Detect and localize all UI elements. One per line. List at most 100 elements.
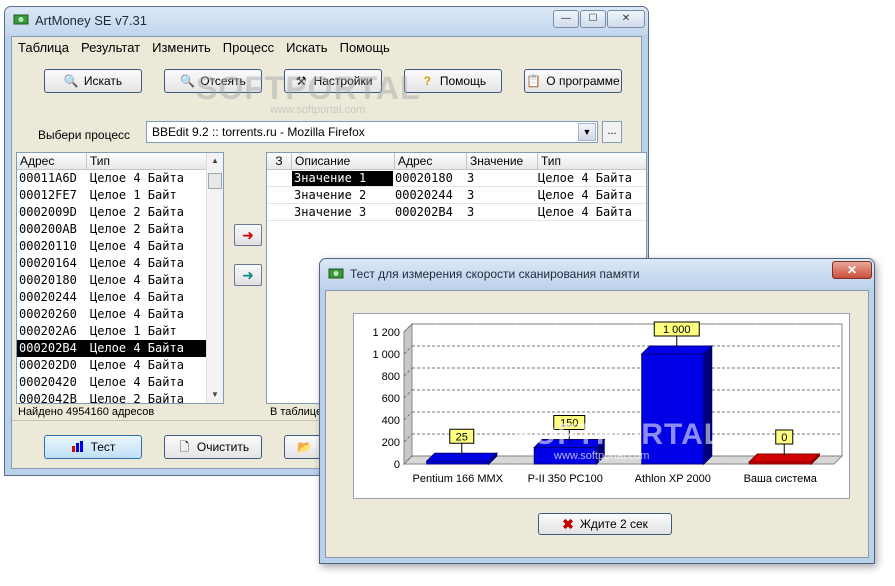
address-cell: 00020110 bbox=[19, 239, 77, 253]
column-header-freeze[interactable]: З bbox=[267, 153, 292, 170]
description-cell[interactable]: Значение 1 bbox=[292, 171, 393, 186]
column-header-type[interactable]: Тип bbox=[87, 153, 208, 170]
process-browse-button[interactable]: ... bbox=[602, 121, 622, 143]
transfer-panel: ➜ ➜ bbox=[226, 152, 266, 404]
address-cell: 000202B4 bbox=[395, 205, 453, 219]
maximize-button[interactable]: ☐ bbox=[580, 10, 606, 28]
table-row[interactable]: 0002009D Целое 2 Байта bbox=[17, 204, 208, 221]
table-row[interactable]: 000202A6 Целое 1 Байт bbox=[17, 323, 208, 340]
close-button[interactable]: ✕ bbox=[607, 10, 645, 28]
address-cell: 000202D0 bbox=[19, 358, 77, 372]
dialog-titlebar[interactable]: Тест для измерения скорости сканирования… bbox=[320, 259, 874, 289]
type-cell: Целое 4 Байта bbox=[90, 256, 184, 270]
table-row[interactable]: Значение 1 00020180 3 Целое 4 Байта bbox=[267, 170, 646, 187]
address-cell: 00020180 bbox=[395, 171, 453, 185]
watermark-brand-dialog: SOFTPORTAL bbox=[512, 418, 724, 451]
table-row[interactable]: 00020244 Целое 4 Байта bbox=[17, 289, 208, 306]
address-cell: 0002042B bbox=[19, 392, 77, 404]
about-icon: 📋 bbox=[526, 73, 542, 88]
test-button[interactable]: Тест bbox=[44, 435, 142, 459]
y-tick-label: 400 bbox=[382, 415, 400, 427]
search-icon: 🔍 bbox=[63, 73, 79, 88]
add-all-arrow-icon[interactable]: ➜ bbox=[234, 264, 262, 286]
type-cell: Целое 2 Байта bbox=[90, 205, 184, 219]
type-cell: Целое 4 Байта bbox=[538, 188, 632, 202]
address-cell: 00020244 bbox=[395, 188, 453, 202]
about-button[interactable]: 📋 О программе bbox=[524, 69, 622, 93]
menu-edit[interactable]: Изменить bbox=[146, 37, 217, 57]
column-header-value[interactable]: Значение bbox=[467, 153, 538, 170]
clear-button[interactable]: 🗋 Очистить bbox=[164, 435, 262, 459]
filter-search-icon: 🔍 bbox=[180, 73, 196, 88]
y-tick-label: 600 bbox=[382, 393, 400, 405]
type-cell: Целое 4 Байта bbox=[90, 239, 184, 253]
watermark-brand: SOFTPORTAL bbox=[196, 70, 421, 106]
dialog-title: Тест для измерения скорости сканирования… bbox=[350, 267, 640, 281]
menu-search[interactable]: Искать bbox=[280, 37, 334, 57]
address-cell: 00020420 bbox=[19, 375, 77, 389]
scroll-thumb[interactable] bbox=[208, 173, 222, 189]
dialog-close-button[interactable]: ✕ bbox=[832, 261, 872, 279]
help-button-label: Помощь bbox=[439, 74, 487, 88]
value-cell[interactable]: 3 bbox=[467, 205, 474, 219]
x-tick-label: Pentium 166 MMX bbox=[413, 473, 504, 485]
minimize-button[interactable]: — bbox=[553, 10, 579, 28]
menu-result[interactable]: Результат bbox=[75, 37, 146, 57]
table-row[interactable]: 00020110 Целое 4 Байта bbox=[17, 238, 208, 255]
type-cell: Целое 4 Байта bbox=[90, 307, 184, 321]
search-button[interactable]: 🔍 Искать bbox=[44, 69, 142, 93]
table-row[interactable]: 00012FE7 Целое 1 Байт bbox=[17, 187, 208, 204]
menu-help[interactable]: Помощь bbox=[334, 37, 396, 57]
table-row[interactable]: 00011A6D Целое 4 Байта bbox=[17, 170, 208, 187]
speed-chart-svg: 0 200 400 600 800 1 000 1 200 25 Pentium 166 MMX… bbox=[372, 321, 844, 485]
address-cell: 00011A6D bbox=[19, 171, 77, 185]
type-cell: Целое 4 Байта bbox=[538, 205, 632, 219]
address-cell: 00020180 bbox=[19, 273, 77, 287]
main-titlebar[interactable]: ArtMoney SE v7.31 — ☐ ✕ bbox=[5, 7, 648, 35]
test-button-label: Тест bbox=[90, 440, 116, 454]
table-status: В таблице bbox=[270, 406, 323, 418]
question-icon: ? bbox=[423, 73, 431, 88]
table-row[interactable]: 000202D0 Целое 4 Байта bbox=[17, 357, 208, 374]
y-tick-label: 200 bbox=[382, 437, 400, 449]
y-tick-label: 800 bbox=[382, 371, 400, 383]
table-row[interactable]: Значение 2 00020244 3 Целое 4 Байта bbox=[267, 187, 646, 204]
address-cell: 000202B4 bbox=[19, 341, 77, 355]
address-cell: 000202A6 bbox=[19, 324, 77, 338]
scroll-down-icon[interactable]: ▼ bbox=[207, 387, 223, 403]
table-row[interactable]: 0002042B Целое 2 Байта bbox=[17, 391, 208, 404]
table-row[interactable]: 00020164 Целое 4 Байта bbox=[17, 255, 208, 272]
watermark-url-dialog: www.softportal.com bbox=[554, 450, 650, 462]
column-header-address[interactable]: Адрес bbox=[395, 153, 467, 170]
description-cell[interactable]: Значение 3 bbox=[292, 205, 393, 219]
found-addresses-list[interactable]: Адрес Тип 00011A6D Целое 4 Байта 00012FE7 Ц… bbox=[16, 152, 224, 404]
table-row[interactable]: 00020260 Целое 4 Байта bbox=[17, 306, 208, 323]
wait-button[interactable]: ✖ Ждите 2 сек bbox=[538, 513, 672, 535]
add-to-table-arrow-icon[interactable]: ➜ bbox=[234, 224, 262, 246]
menu-process[interactable]: Процесс bbox=[217, 37, 280, 57]
table-row[interactable]: Значение 3 000202B4 3 Целое 4 Байта bbox=[267, 204, 646, 221]
menu-table[interactable]: Таблица bbox=[12, 37, 75, 57]
table-row[interactable]: 00020420 Целое 4 Байта bbox=[17, 374, 208, 391]
type-cell: Целое 4 Байта bbox=[90, 375, 184, 389]
process-select-value: BBEdit 9.2 :: torrents.ru - Mozilla Fire… bbox=[152, 125, 365, 139]
type-cell: Целое 4 Байта bbox=[538, 171, 632, 185]
table-row[interactable]: 000200AB Целое 2 Байта bbox=[17, 221, 208, 238]
scroll-up-icon[interactable]: ▲ bbox=[207, 153, 223, 169]
table-row[interactable]: 000202B4 Целое 4 Байта bbox=[17, 340, 208, 357]
table-row[interactable]: 00020180 Целое 4 Байта bbox=[17, 272, 208, 289]
speed-test-dialog: Тест для измерения скорости сканирования… bbox=[319, 258, 875, 564]
value-cell[interactable]: 3 bbox=[467, 171, 474, 185]
left-list-scrollbar[interactable]: ▲ ▼ bbox=[206, 153, 223, 403]
found-count-status: Найдено 4954160 адресов bbox=[18, 406, 155, 418]
type-cell: Целое 4 Байта bbox=[90, 358, 184, 372]
column-header-description[interactable]: Описание bbox=[292, 153, 395, 170]
column-header-type[interactable]: Тип bbox=[538, 153, 646, 170]
chevron-down-icon[interactable]: ▼ bbox=[578, 123, 596, 141]
speed-test-icon bbox=[71, 440, 86, 455]
column-header-address[interactable]: Адрес bbox=[17, 153, 87, 170]
type-cell: Целое 1 Байт bbox=[90, 324, 177, 338]
description-cell[interactable]: Значение 2 bbox=[292, 188, 393, 202]
value-cell[interactable]: 3 bbox=[467, 188, 474, 202]
process-select[interactable]: BBEdit 9.2 :: torrents.ru - Mozilla Fire… bbox=[146, 121, 598, 143]
